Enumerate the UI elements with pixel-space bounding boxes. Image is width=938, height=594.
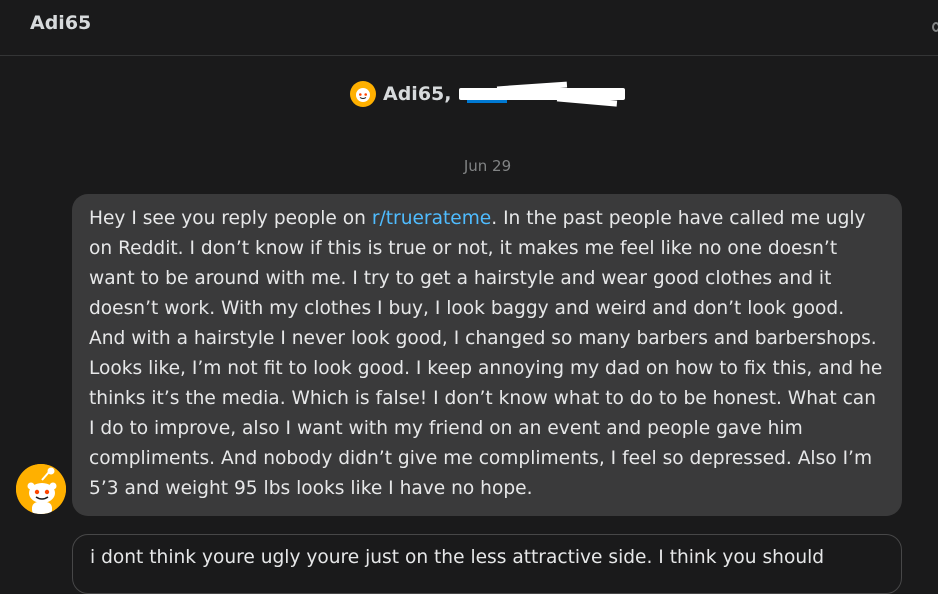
message-text: Hey I see you reply people on: [89, 208, 372, 229]
reply-text: i dont think youre ugly youre just on th…: [90, 547, 825, 568]
subreddit-link[interactable]: r/truerateme: [372, 208, 491, 229]
chat-header: Adi65: [0, 0, 938, 56]
snoo-avatar-icon: [350, 81, 376, 107]
snoo-avatar-icon: [16, 464, 66, 514]
partial-icon[interactable]: [932, 22, 938, 32]
date-separator: Jun 29: [463, 157, 512, 175]
redacted-username: [457, 81, 627, 107]
chat-title: Adi65: [30, 12, 92, 34]
participants-row: Adi65,: [350, 80, 627, 108]
reply-bubble: i dont think youre ugly youre just on th…: [72, 534, 902, 594]
message-bubble: Hey I see you reply people on r/truerate…: [72, 194, 902, 516]
user-avatar[interactable]: [16, 464, 66, 514]
message-text-continued: . In the past people have called me ugly…: [89, 208, 883, 499]
participant-name[interactable]: Adi65,: [383, 83, 451, 105]
